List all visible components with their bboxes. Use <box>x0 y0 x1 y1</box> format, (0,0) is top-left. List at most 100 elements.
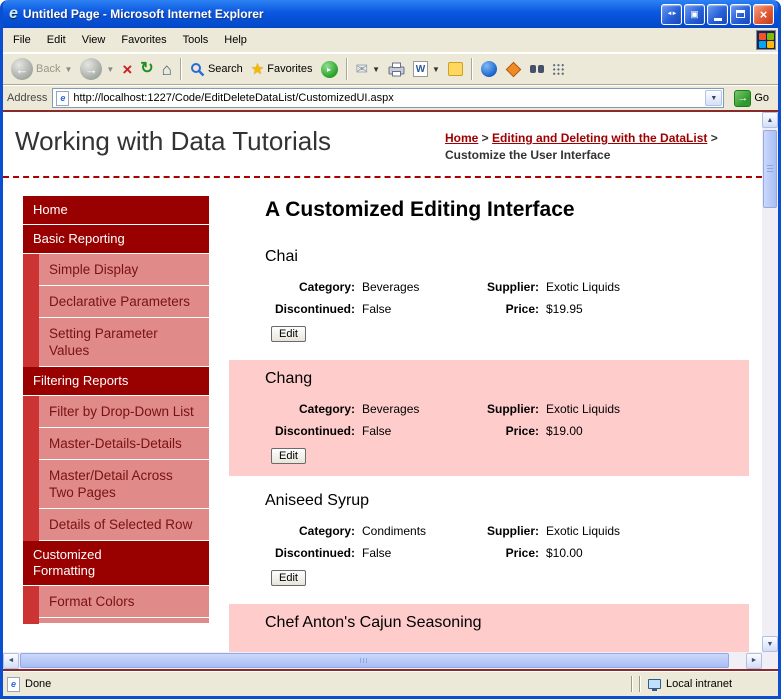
sidebar-nav: Home Basic Reporting Simple Display Decl… <box>23 196 209 624</box>
standard-toolbar: ← Back ▼ → ▼ × ↻ ⌂ Search ★ Favorites ▸ … <box>3 53 778 85</box>
back-icon: ← <box>11 58 33 80</box>
toolbar-separator <box>470 58 473 80</box>
addon-button-1[interactable] <box>501 61 526 77</box>
price-value: $19.95 <box>546 302 583 316</box>
zone-label: Local intranet <box>666 678 733 690</box>
product-fields: Category: Beverages Supplier: Exotic Liq… <box>265 280 733 316</box>
intranet-zone-icon <box>648 679 661 691</box>
status-left: e Done <box>7 676 628 692</box>
address-field: e ▼ <box>52 88 725 108</box>
mail-icon: ✉ <box>355 60 369 78</box>
sidebar-item-setting-parameter-values[interactable]: Setting Parameter Values <box>39 318 209 367</box>
content-row: Home Basic Reporting Simple Display Decl… <box>3 178 762 652</box>
sidebar-section-customized-formatting[interactable]: Customized Formatting <box>23 541 209 586</box>
sidebar-item-simple-display[interactable]: Simple Display <box>39 254 209 286</box>
menu-edit[interactable]: Edit <box>39 30 74 50</box>
ie-window: e Untitled Page - Microsoft Internet Exp… <box>0 0 781 699</box>
favorites-star-icon: ★ <box>250 60 265 78</box>
print-button[interactable] <box>384 60 409 79</box>
messenger-button[interactable] <box>477 59 501 79</box>
back-button[interactable]: ← Back ▼ <box>7 56 76 82</box>
addon-button-2[interactable] <box>548 61 569 78</box>
menu-tools[interactable]: Tools <box>175 30 217 50</box>
product-item-chef-antons: Chef Anton's Cajun Seasoning <box>229 604 749 652</box>
supplier-value: Exotic Liquids <box>546 402 621 416</box>
home-button[interactable]: ⌂ <box>158 59 176 80</box>
discontinued-value: False <box>362 302 392 316</box>
vertical-scroll-thumb[interactable] <box>763 130 777 208</box>
back-dropdown-icon: ▼ <box>64 64 73 74</box>
word-icon: W <box>413 61 428 77</box>
stop-button[interactable]: × <box>118 59 136 80</box>
status-separator <box>631 676 633 692</box>
discontinued-value: False <box>362 546 392 560</box>
price-value: $10.00 <box>546 546 583 560</box>
minimize-button[interactable] <box>707 3 728 25</box>
favorites-button[interactable]: ★ Favorites <box>247 60 317 79</box>
scroll-left-button[interactable]: ◄ <box>3 652 19 669</box>
product-name: Chang <box>265 370 313 387</box>
sidebar-item-details-of-selected-row[interactable]: Details of Selected Row <box>39 509 209 541</box>
sidebar-section-basic-reporting[interactable]: Basic Reporting <box>23 225 209 254</box>
address-label: Address <box>7 92 48 104</box>
page-header: Working with Data Tutorials Home > Editi… <box>3 112 762 170</box>
print-icon <box>388 62 405 76</box>
media-button[interactable]: ▸ <box>317 59 342 80</box>
breadcrumb-section-link[interactable]: Editing and Deleting with the DataList <box>492 131 707 145</box>
discuss-button[interactable] <box>444 60 467 78</box>
forward-button[interactable]: → ▼ <box>76 56 118 82</box>
menu-bar: File Edit View Favorites Tools Help <box>3 28 778 53</box>
maximize-icon <box>736 10 745 18</box>
status-separator <box>639 676 641 692</box>
menu-view[interactable]: View <box>74 30 114 50</box>
search-button[interactable]: Search <box>186 60 247 79</box>
sidebar-item-partial[interactable] <box>39 618 209 624</box>
research-button[interactable] <box>526 63 548 75</box>
sidebar-item-format-colors[interactable]: Format Colors <box>39 586 209 618</box>
mail-button[interactable]: ✉ ▼ <box>352 60 385 79</box>
window-pan-button[interactable]: ◄► <box>661 3 682 25</box>
close-button[interactable]: × <box>753 3 774 25</box>
go-button[interactable]: → Go <box>729 89 774 108</box>
refresh-icon: ↻ <box>140 60 154 77</box>
horizontal-scroll-track[interactable] <box>19 652 746 669</box>
go-icon: → <box>734 89 752 107</box>
scroll-right-button[interactable]: ► <box>746 652 762 669</box>
ie-logo-icon: e <box>9 5 18 22</box>
sidebar-item-master-details-details[interactable]: Master-Details-Details <box>39 428 209 460</box>
windows-logo-icon <box>756 30 776 50</box>
horizontal-scroll-thumb[interactable] <box>20 653 729 668</box>
sidebar-item-declarative-parameters[interactable]: Declarative Parameters <box>39 286 209 318</box>
product-item-chai: Chai Category: Beverages Supplier: Exoti… <box>229 238 749 354</box>
browser-viewport: Working with Data Tutorials Home > Editi… <box>3 112 778 652</box>
window-monitor-button[interactable]: ▣ <box>684 3 705 25</box>
status-message: Done <box>25 678 52 690</box>
menu-file[interactable]: File <box>5 30 39 50</box>
sidebar-section-filtering-reports[interactable]: Filtering Reports <box>23 367 209 396</box>
edit-button[interactable]: Edit <box>271 570 306 586</box>
page-title: A Customized Editing Interface <box>265 198 575 221</box>
menu-help[interactable]: Help <box>216 30 255 50</box>
vertical-scroll-track[interactable] <box>762 128 778 636</box>
mail-dropdown-icon: ▼ <box>372 64 380 74</box>
sidebar-item-master-detail-two-pages[interactable]: Master/Detail Across Two Pages <box>39 460 209 509</box>
edit-with-word-button[interactable]: W ▼ <box>409 59 444 79</box>
product-item-chang: Chang Category: Beverages Supplier: Exot… <box>229 360 749 476</box>
web-page: Working with Data Tutorials Home > Editi… <box>3 112 762 652</box>
forward-icon: → <box>80 58 103 80</box>
scroll-up-button[interactable]: ▲ <box>762 112 778 128</box>
discuss-icon <box>447 62 463 76</box>
home-icon: ⌂ <box>161 59 172 79</box>
sidebar-item-filter-by-dropdown-list[interactable]: Filter by Drop-Down List <box>39 396 209 428</box>
edit-button[interactable]: Edit <box>271 326 306 342</box>
edit-button[interactable]: Edit <box>271 448 306 464</box>
product-item-aniseed-syrup: Aniseed Syrup Category: Condiments Suppl… <box>229 482 749 598</box>
breadcrumb-home-link[interactable]: Home <box>445 131 478 145</box>
address-input[interactable] <box>73 92 702 104</box>
maximize-button[interactable] <box>730 3 751 25</box>
address-dropdown-button[interactable]: ▼ <box>705 90 723 106</box>
refresh-button[interactable]: ↻ <box>136 59 157 79</box>
menu-favorites[interactable]: Favorites <box>113 30 174 50</box>
sidebar-item-home[interactable]: Home <box>23 196 209 225</box>
scroll-down-button[interactable]: ▼ <box>762 636 778 652</box>
